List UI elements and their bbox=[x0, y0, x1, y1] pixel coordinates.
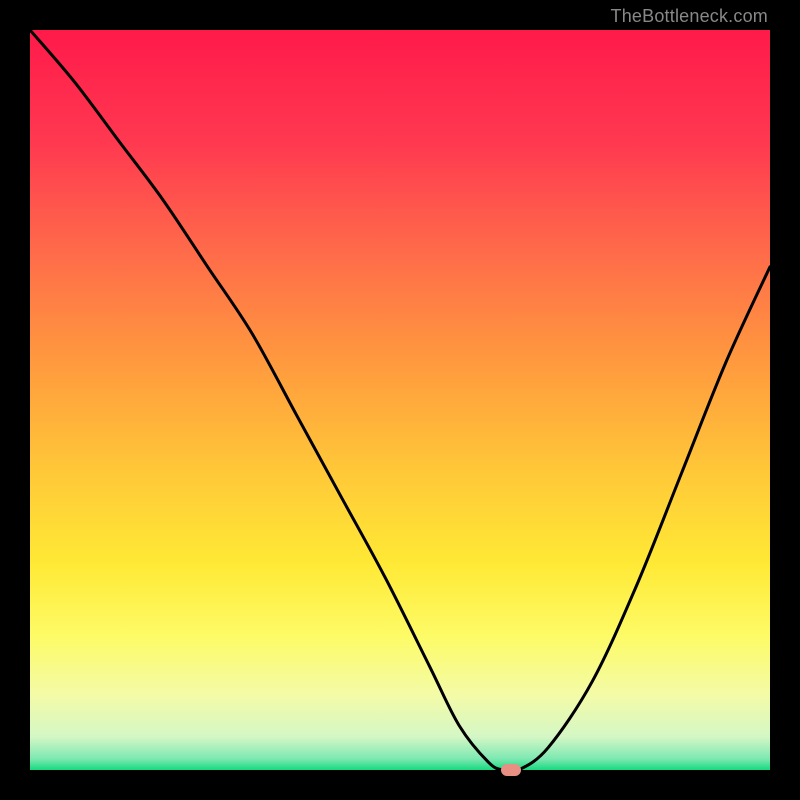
chart-container: TheBottleneck.com bbox=[0, 0, 800, 800]
bottleneck-curve bbox=[30, 30, 770, 770]
watermark-text: TheBottleneck.com bbox=[611, 6, 768, 27]
plot-area bbox=[30, 30, 770, 770]
curve-layer bbox=[30, 30, 770, 770]
target-marker bbox=[501, 764, 521, 776]
